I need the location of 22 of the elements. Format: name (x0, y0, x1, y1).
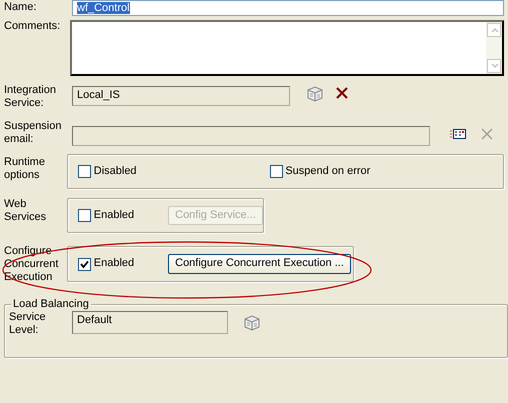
field-label: Name: (4, 0, 38, 14)
configure-concurrent-button[interactable]: Configure Concurrent Execution ... (168, 254, 351, 274)
comments-field[interactable] (70, 20, 504, 76)
field-label: Runtime options (4, 156, 46, 182)
name-field[interactable]: wf_Control (72, 0, 504, 16)
checkbox-label: Enabled (94, 257, 134, 271)
field-label: Comments: (4, 20, 62, 34)
field-label: Suspension email: (4, 120, 62, 146)
field-label: Integration Service: (4, 84, 57, 110)
cube-icon[interactable] (244, 315, 260, 331)
checkbox-label: Enabled (94, 208, 134, 222)
checkbox-label: Suspend on error (285, 164, 370, 178)
cube-icon[interactable] (307, 86, 323, 102)
checkbox[interactable] (78, 209, 91, 222)
group-title: Load Balancing (11, 298, 91, 310)
field-label: Service Level: (9, 311, 47, 338)
checkbox[interactable] (78, 165, 91, 178)
list-icon[interactable] (450, 129, 466, 139)
checkbox[interactable] (270, 165, 283, 178)
checkbox[interactable] (78, 258, 91, 270)
checkbox-label: Disabled (94, 164, 137, 178)
field-label: Web Services (4, 198, 48, 224)
